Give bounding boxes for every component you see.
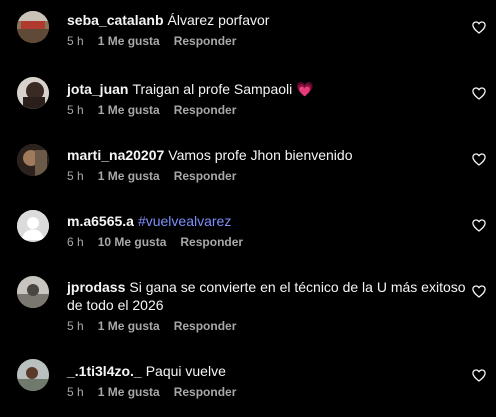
comment-text-line: _.1ti3l4zo._ Paqui vuelve <box>67 362 467 380</box>
comment-text-line: jprodass Si gana se convierte en el técni… <box>67 278 467 296</box>
avatar-image <box>17 210 49 242</box>
avatar[interactable] <box>17 77 49 109</box>
comment-username[interactable]: jota_juan <box>67 81 128 97</box>
comment-time[interactable]: 6 h <box>67 235 84 249</box>
avatar-image <box>17 11 49 43</box>
heart-outline-icon[interactable] <box>472 369 486 382</box>
avatar-image <box>17 77 49 109</box>
comment-meta: 5 h 1 Me gusta Responder <box>67 34 467 48</box>
comment-time[interactable]: 5 h <box>67 103 84 117</box>
comment-meta: 5 h 1 Me gusta Responder <box>67 319 467 333</box>
reply-button[interactable]: Responder <box>174 34 237 48</box>
avatar[interactable] <box>17 11 49 43</box>
heart-outline-icon[interactable] <box>472 153 486 166</box>
reply-button[interactable]: Responder <box>174 169 237 183</box>
avatar[interactable] <box>17 359 49 391</box>
reply-button[interactable]: Responder <box>180 235 243 249</box>
heart-outline-icon[interactable] <box>472 21 486 34</box>
comment-meta: 6 h 10 Me gusta Responder <box>67 235 467 249</box>
heart-outline-icon[interactable] <box>472 219 486 232</box>
comment-likes[interactable]: 1 Me gusta <box>98 319 160 333</box>
comment-time[interactable]: 5 h <box>67 319 84 333</box>
comment-text: Si gana se convierte en el técnico de la… <box>129 279 466 295</box>
comment-likes[interactable]: 1 Me gusta <box>98 103 160 117</box>
pink-heart-emoji: 💗 <box>296 81 314 97</box>
comment-text-line: seba_catalanb Álvarez porfavor <box>67 11 467 29</box>
comment-text: Vamos profe Jhon bienvenido <box>168 147 353 163</box>
comment-text-line: m.a6565.a #vuelvealvarez <box>67 212 467 230</box>
heart-outline-icon[interactable] <box>472 87 486 100</box>
comment-likes[interactable]: 10 Me gusta <box>98 235 167 249</box>
comment-username[interactable]: m.a6565.a <box>67 213 134 229</box>
reply-button[interactable]: Responder <box>174 385 237 399</box>
hashtag-link[interactable]: #vuelvealvarez <box>138 213 231 229</box>
comment-likes[interactable]: 1 Me gusta <box>98 385 160 399</box>
avatar[interactable] <box>17 144 49 176</box>
comment-username[interactable]: seba_catalanb <box>67 12 164 28</box>
comment-meta: 5 h 1 Me gusta Responder <box>67 169 467 183</box>
comment-time[interactable]: 5 h <box>67 34 84 48</box>
comment-username[interactable]: _.1ti3l4zo._ <box>67 363 142 379</box>
comment-likes[interactable]: 1 Me gusta <box>98 169 160 183</box>
comment-likes[interactable]: 1 Me gusta <box>98 34 160 48</box>
default-avatar-icon[interactable] <box>17 210 49 242</box>
comment-text-line: jota_juan Traigan al profe Sampaoli 💗 <box>67 80 467 98</box>
comment-meta: 5 h 1 Me gusta Responder <box>67 103 467 117</box>
comment-text: Paqui vuelve <box>145 363 226 379</box>
reply-button[interactable]: Responder <box>174 103 237 117</box>
comment-time[interactable]: 5 h <box>67 385 84 399</box>
comment-text: Álvarez porfavor <box>167 12 270 28</box>
comment-time[interactable]: 5 h <box>67 169 84 183</box>
comment-meta: 5 h 1 Me gusta Responder <box>67 385 467 399</box>
comment-text: Traigan al profe Sampaoli <box>132 81 293 97</box>
comment-text-line: marti_na20207 Vamos profe Jhon bienvenido <box>67 146 467 164</box>
avatar-image <box>17 144 49 176</box>
avatar[interactable] <box>17 276 49 308</box>
heart-outline-icon[interactable] <box>472 285 486 298</box>
comment-text-line: de todo el 2026 <box>67 297 164 313</box>
reply-button[interactable]: Responder <box>174 319 237 333</box>
avatar-image <box>17 359 49 391</box>
comment-username[interactable]: marti_na20207 <box>67 147 164 163</box>
avatar-image <box>17 276 49 308</box>
comment-username[interactable]: jprodass <box>67 279 125 295</box>
